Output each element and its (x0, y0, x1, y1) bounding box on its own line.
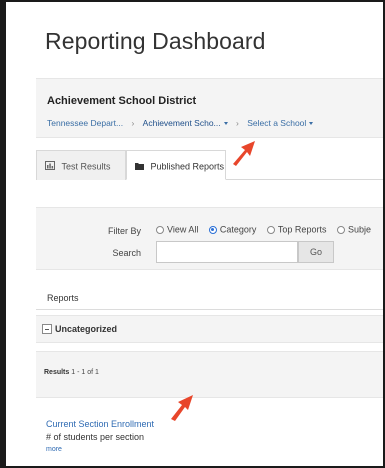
folder-icon (135, 152, 144, 182)
radio-checked-icon (208, 225, 217, 234)
category-label: Uncategorized (55, 324, 118, 334)
filter-option-subject[interactable]: Subje (336, 224, 371, 235)
bar-chart-icon (45, 152, 55, 182)
report-link-current-section-enrollment[interactable]: Current Section Enrollment (46, 419, 154, 429)
results-range: 1 - 1 of 1 (71, 369, 99, 376)
report-description: # of students per section (46, 432, 145, 442)
annotation-arrow-icon (171, 395, 193, 421)
filter-option-label: View All (167, 224, 199, 235)
report-tabs: Test Results Published Reports (36, 150, 383, 180)
tab-test-results-label: Test Results (61, 161, 111, 172)
results-count: Results 1 - 1 of 1 (44, 369, 99, 376)
tab-test-results[interactable]: Test Results (36, 150, 126, 180)
breadcrumb-separator-icon: › (236, 117, 239, 128)
school-select-dropdown[interactable]: Select a School (247, 117, 314, 129)
breadcrumb-separator-icon: › (131, 117, 135, 128)
go-button[interactable]: Go (298, 241, 334, 263)
search-label: Search (112, 248, 141, 258)
district-name: Achievement School District (47, 95, 197, 107)
results-bar: Results 1 - 1 of 1 (36, 351, 383, 398)
radio-icon (156, 225, 164, 234)
breadcrumb-district-label: Achievement Scho... (142, 118, 221, 129)
filter-by-label: Filter By (107, 226, 141, 236)
tab-published-reports[interactable]: Published Reports (126, 150, 226, 180)
radio-icon (266, 225, 275, 234)
tab-published-reports-label: Published Reports (150, 161, 225, 172)
filter-option-label: Top Reports (277, 224, 327, 235)
breadcrumb-root-link[interactable]: Tennessee Depart... (47, 118, 123, 128)
collapse-icon[interactable] (42, 324, 52, 334)
filter-option-label: Category (219, 224, 257, 235)
chevron-down-icon (309, 121, 314, 125)
filter-option-category[interactable]: Category (208, 224, 257, 235)
filter-panel: Filter By View All Category Top Reports … (36, 207, 383, 270)
chevron-down-icon (223, 121, 228, 125)
category-header-uncategorized[interactable]: Uncategorized (36, 315, 383, 343)
breadcrumb: Tennessee Depart... › Achievement Scho..… (47, 117, 314, 129)
report-more-link[interactable]: more (46, 446, 62, 453)
district-header: Achievement School District Tennessee De… (36, 78, 383, 138)
annotation-arrow-icon (233, 141, 255, 166)
reports-divider (36, 309, 383, 310)
page-title: Reporting Dashboard (45, 28, 266, 54)
school-select-label: Select a School (247, 118, 307, 129)
results-prefix: Results (44, 369, 70, 376)
reports-heading: Reports (47, 293, 79, 303)
reporting-dashboard-page: Reporting Dashboard Achievement School D… (6, 2, 383, 466)
filter-option-view-all[interactable]: View All (156, 224, 198, 235)
filter-option-label: Subje (347, 224, 371, 235)
search-input[interactable] (156, 241, 298, 263)
filter-option-top-reports[interactable]: Top Reports (266, 224, 327, 235)
breadcrumb-district-dropdown[interactable]: Achievement Scho... (143, 117, 228, 128)
filter-radio-group: View All Category Top Reports Subje (156, 224, 379, 235)
radio-icon (336, 225, 345, 234)
